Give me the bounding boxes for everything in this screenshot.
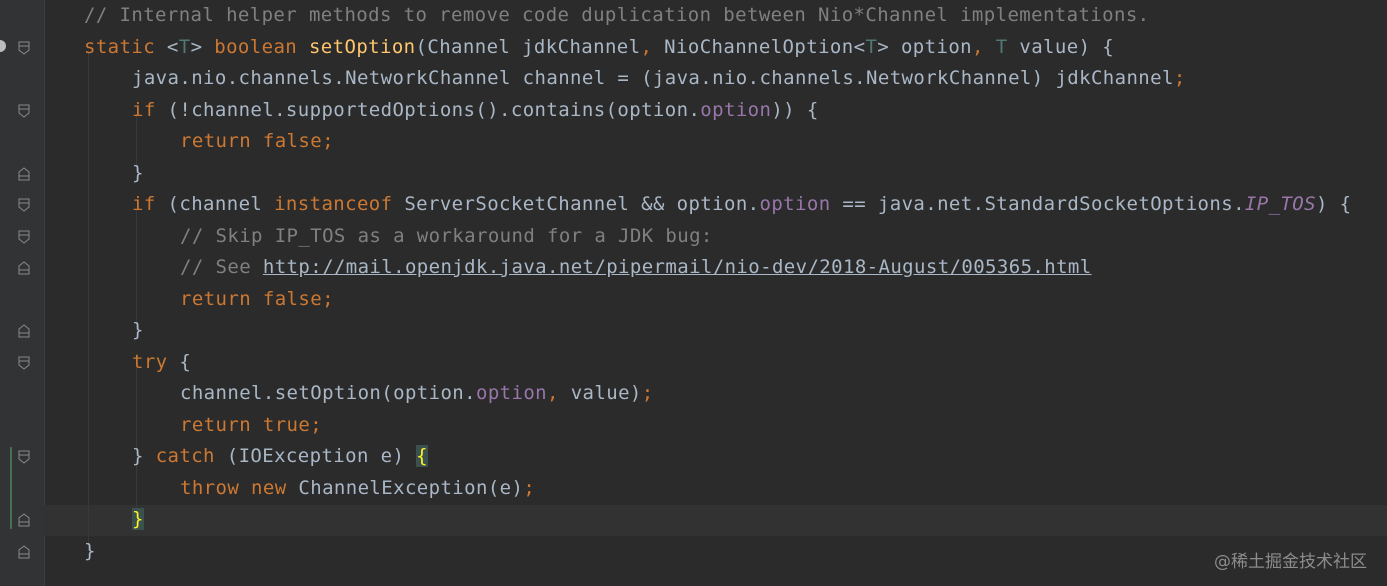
fold-start-icon[interactable] bbox=[18, 230, 30, 244]
code-token: throw new bbox=[180, 476, 299, 499]
code-token: T bbox=[178, 35, 191, 58]
code-token: ; bbox=[523, 476, 536, 499]
fold-start-icon[interactable] bbox=[18, 450, 30, 464]
code-token: java.nio.channels.NetworkChannel channel… bbox=[132, 67, 1174, 89]
fold-start-icon[interactable] bbox=[18, 198, 30, 212]
code-token: NioChannelOption< bbox=[664, 35, 866, 58]
code-editor[interactable]: // Internal helper methods to remove cod… bbox=[0, 0, 1387, 586]
editor-gutter[interactable] bbox=[0, 0, 44, 586]
code-token: ; bbox=[322, 130, 334, 152]
code-line[interactable]: } bbox=[132, 504, 144, 536]
code-token: catch bbox=[155, 445, 227, 467]
code-line[interactable]: java.nio.channels.NetworkChannel channel… bbox=[132, 63, 1186, 95]
code-token: // Skip IP_TOS as a workaround for a JDK… bbox=[180, 224, 713, 247]
code-token: ; bbox=[1173, 67, 1186, 89]
code-token: { bbox=[416, 445, 429, 467]
code-line[interactable]: return true; bbox=[180, 410, 322, 442]
code-token: if bbox=[132, 193, 168, 215]
fold-end-icon[interactable] bbox=[18, 544, 30, 559]
code-token: > bbox=[190, 35, 215, 58]
code-token: ServerSocketChannel && option. bbox=[404, 193, 760, 215]
code-token: ; bbox=[310, 413, 323, 436]
code-token: } bbox=[132, 319, 144, 341]
code-token: boolean bbox=[214, 35, 309, 58]
code-token: } bbox=[132, 445, 156, 467]
code-token: } bbox=[84, 539, 96, 562]
code-token: option bbox=[759, 193, 831, 215]
code-token: return false bbox=[180, 287, 323, 310]
fold-end-icon[interactable] bbox=[18, 166, 30, 181]
code-line[interactable]: } catch (IOException e) { bbox=[132, 441, 429, 473]
code-token: T bbox=[995, 35, 1020, 58]
code-token: } bbox=[132, 161, 144, 184]
watermark: @稀土掘金技术社区 bbox=[1214, 552, 1367, 572]
code-token: ChannelException(e) bbox=[298, 476, 524, 499]
fold-end-icon[interactable] bbox=[18, 261, 30, 275]
current-line-highlight bbox=[44, 505, 1387, 536]
code-line[interactable]: static <T> boolean setOption(Channel jdk… bbox=[84, 32, 1114, 64]
code-token: option bbox=[700, 98, 772, 121]
indent-guide bbox=[88, 51, 89, 552]
code-line[interactable]: } bbox=[132, 158, 144, 190]
code-line[interactable]: return false; bbox=[180, 126, 334, 158]
code-token: // Internal helper methods to remove cod… bbox=[84, 4, 1150, 26]
code-line[interactable]: if (channel instanceof ServerSocketChann… bbox=[132, 189, 1352, 221]
code-token: IP_TOS bbox=[1244, 193, 1316, 215]
breakpoint-marker[interactable] bbox=[0, 40, 6, 52]
change-marker[interactable] bbox=[10, 447, 12, 530]
code-line[interactable]: if (!channel.supportedOptions().contains… bbox=[132, 95, 819, 127]
code-token: (channel bbox=[167, 193, 275, 215]
code-token: ) { bbox=[1315, 193, 1352, 215]
code-token: (!channel.supportedOptions().contains(op… bbox=[167, 98, 701, 121]
code-token: return true bbox=[180, 413, 311, 436]
code-line[interactable]: // Internal helper methods to remove cod… bbox=[84, 0, 1150, 32]
code-line[interactable]: throw new ChannelException(e); bbox=[180, 473, 535, 505]
indent-guide bbox=[136, 208, 137, 331]
code-token: setOption bbox=[308, 35, 416, 58]
code-link[interactable]: http://mail.openjdk.java.net/pipermail/n… bbox=[263, 256, 1092, 278]
code-token: < bbox=[166, 35, 179, 58]
code-token: T bbox=[865, 35, 878, 58]
code-token: , bbox=[972, 35, 996, 58]
fold-end-icon[interactable] bbox=[18, 513, 30, 527]
code-token: static bbox=[84, 35, 167, 58]
fold-start-icon[interactable] bbox=[18, 104, 30, 118]
code-token: value) { bbox=[1019, 35, 1115, 58]
code-token: if bbox=[132, 98, 168, 121]
code-line[interactable]: } bbox=[132, 315, 144, 347]
code-token: ; bbox=[641, 382, 654, 404]
code-token: (IOException e) bbox=[226, 445, 417, 467]
code-line[interactable]: // See http://mail.openjdk.java.net/pipe… bbox=[180, 252, 1092, 284]
code-token: } bbox=[132, 508, 144, 530]
code-token: , bbox=[547, 382, 571, 404]
code-token: instanceof bbox=[274, 193, 405, 215]
fold-start-icon[interactable] bbox=[18, 41, 30, 55]
fold-start-icon[interactable] bbox=[18, 356, 30, 370]
code-token: , bbox=[640, 35, 665, 58]
code-token: { bbox=[179, 350, 192, 373]
code-token: channel.setOption(option. bbox=[180, 382, 476, 404]
code-token: value) bbox=[570, 382, 642, 404]
gutter-divider bbox=[44, 0, 45, 586]
code-token: (Channel jdkChannel bbox=[415, 35, 641, 58]
code-line[interactable]: } bbox=[84, 536, 96, 568]
code-token: return false bbox=[180, 130, 323, 152]
code-line[interactable]: return false; bbox=[180, 284, 334, 316]
code-token: == java.net.StandardSocketOptions. bbox=[830, 193, 1245, 215]
code-token: > option bbox=[877, 35, 972, 58]
fold-end-icon[interactable] bbox=[18, 324, 30, 338]
code-token: try bbox=[132, 350, 180, 373]
code-token: option bbox=[475, 382, 548, 404]
code-line[interactable]: channel.setOption(option.option, value); bbox=[180, 378, 654, 410]
code-line[interactable]: // Skip IP_TOS as a workaround for a JDK… bbox=[180, 221, 713, 253]
code-token: // See bbox=[180, 256, 263, 278]
code-token: )) { bbox=[771, 98, 819, 121]
code-line[interactable]: try { bbox=[132, 347, 191, 379]
code-token: ; bbox=[322, 287, 334, 310]
